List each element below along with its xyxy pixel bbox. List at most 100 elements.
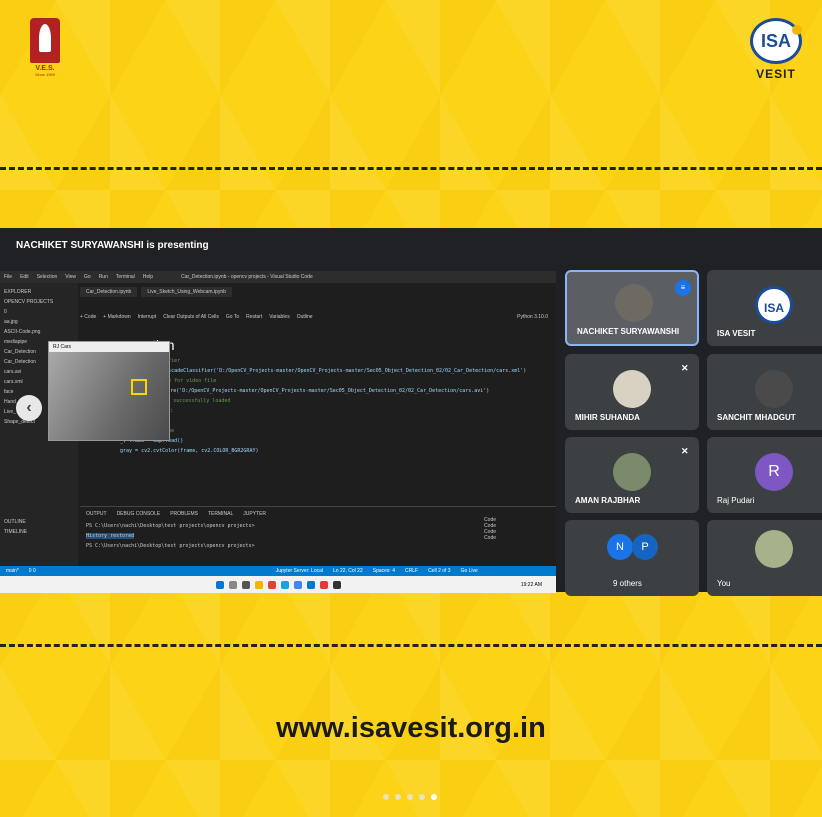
app-icon[interactable] [293,580,302,589]
explorer-item[interactable]: OPENCV PROJECTS [4,297,74,307]
carousel-dot-active[interactable] [431,794,437,800]
menu-terminal[interactable]: Terminal [116,274,135,280]
app-icon[interactable] [332,580,341,589]
camera-window-title: RJ Cars [49,342,169,352]
tab-terminal[interactable]: TERMINAL [208,511,233,517]
avatar [755,530,793,568]
status-go-live[interactable]: Go Live [461,568,478,574]
app-icon[interactable] [319,580,328,589]
website-url[interactable]: www.isavesit.org.in [0,712,822,745]
explorer-timeline[interactable]: TIMELINE [4,527,74,537]
ves-logo-since: Since 1959 [34,72,55,77]
participant-name: AMAN RAJBHAR [575,496,641,505]
explorer-title: EXPLORER [4,289,32,295]
participant-name: 9 others [613,579,642,588]
restart-button[interactable]: Restart [246,314,262,320]
participant-tile-mihir[interactable]: ✕ MIHIR SUHANDA [565,354,699,430]
explorer-outline[interactable]: OUTLINE [4,517,74,527]
code-line: classifier [110,356,556,366]
participant-tile-aman[interactable]: ✕ AMAN RAJBHAR [565,437,699,513]
task-view-icon[interactable] [241,580,250,589]
menu-run[interactable]: Run [99,274,108,280]
clear-outputs-button[interactable]: Clear Outputs of All Cells [163,314,219,320]
menu-view[interactable]: View [65,274,76,280]
status-eol[interactable]: CRLF [405,568,418,574]
code-line: # Read first frame [110,426,556,436]
windows-taskbar: 19:22 AM [0,576,556,593]
add-markdown-button[interactable]: + Markdown [103,314,130,320]
menu-go[interactable]: Go [84,274,91,280]
participant-name: Raj Pudari [717,496,755,505]
tab-jupyter[interactable]: JUPYTER [243,511,266,517]
highway-video-frame [49,352,169,440]
status-position[interactable]: Ln 22, Col 22 [333,568,363,574]
code-line: while cap.isOpened(): [110,406,556,416]
shared-screen: File Edit Selection View Go Run Terminal… [0,271,556,593]
menu-edit[interactable]: Edit [20,274,29,280]
windows-start-icon[interactable] [215,580,224,589]
explorer-item[interactable]: 0 [4,307,74,317]
status-jupyter[interactable]: Jupyter Server: Local [276,568,323,574]
ves-logo: V.E.S. Since 1959 [30,18,60,84]
menu-help[interactable]: Help [143,274,153,280]
variables-button[interactable]: Variables [269,314,289,320]
participant-name: SANCHIT MHADGUT [717,413,796,422]
tab-output[interactable]: OUTPUT [86,511,107,517]
participant-name: NACHIKET SURYAWANSHI [577,327,680,336]
vscode-icon[interactable] [306,580,315,589]
explorer-item[interactable]: ASCII-Code.png [4,327,74,337]
vscode-statusbar: main* 0 0 Jupyter Server: Local Ln 22, C… [0,566,556,576]
car-detection-box [131,379,147,395]
tab-debug-console[interactable]: DEBUG CONSOLE [117,511,161,517]
avatar [613,453,651,491]
carousel-dot[interactable] [383,794,389,800]
carousel-indicators [383,794,437,800]
go-to-button[interactable]: Go To [226,314,239,320]
kernel-selector[interactable]: Python 3.10.0 [517,314,548,320]
carousel-dot[interactable] [395,794,401,800]
participant-tile-raj[interactable]: R ✕ Raj Pudari [707,437,822,513]
taskbar-clock: 19:22 AM [520,581,542,588]
participant-tile-others[interactable]: N P 9 others [565,520,699,596]
explorer-item[interactable]: aa.jpg [4,317,74,327]
chrome-icon[interactable] [267,580,276,589]
code-line: gray = cv2.cvtColor(frame, cv2.COLOR_BGR… [120,448,259,454]
edge-icon[interactable] [280,580,289,589]
status-problems[interactable]: 0 0 [29,568,36,574]
editor-tabs: Car_Detection.ipynb Live_Sketch_Using_We… [80,285,556,299]
search-icon[interactable] [228,580,237,589]
participant-tile-sanchit[interactable]: ✕ SANCHIT MHADGUT [707,354,822,430]
menu-selection[interactable]: Selection [37,274,58,280]
menu-file[interactable]: File [4,274,12,280]
participant-tile-isa-vesit[interactable]: ISA ISA VESIT [707,270,822,346]
participant-tile-nachiket[interactable]: ≡ NACHIKET SURYAWANSHI [565,270,699,346]
mic-off-icon: ✕ [681,446,689,456]
add-code-button[interactable]: + Code [80,314,96,320]
interrupt-button[interactable]: Interrupt [138,314,157,320]
participant-tile-you[interactable]: You [707,520,822,596]
camera-window[interactable]: RJ Cars [48,341,170,441]
tab-live-sketch[interactable]: Live_Sketch_Using_Webcam.ipynb [141,287,232,297]
participant-name: MIHIR SUHANDA [575,413,640,422]
carousel-dot[interactable] [407,794,413,800]
tab-problems[interactable]: PROBLEMS [170,511,198,517]
mic-off-icon: ✕ [681,363,689,373]
presenting-label: NACHIKET SURYAWANSHI is presenting [16,239,209,251]
status-cell[interactable]: Cell 2 of 3 [428,568,451,574]
avatar-initial: R [755,453,793,491]
code-line: cap = cv2.VideoCapture('D:/OpenCV_Projec… [110,388,490,394]
code-list: Code Code Code Code [484,517,496,541]
tab-car-detection[interactable]: Car_Detection.ipynb [80,287,138,297]
carousel-dot[interactable] [419,794,425,800]
participant-name: You [717,579,731,588]
status-branch[interactable]: main* [6,568,19,574]
code-line: cv2.CascadeClassifier('D:/OpenCV_Project… [150,368,527,374]
status-spaces[interactable]: Spaces: 4 [373,568,395,574]
file-explorer-icon[interactable] [254,580,263,589]
top-dashed-divider [0,167,822,170]
code-line: _, frame = cap.read() [120,438,184,444]
chevron-left-icon[interactable]: ‹ [16,395,42,421]
terminal-panel[interactable]: OUTPUT DEBUG CONSOLE PROBLEMS TERMINAL J… [80,506,556,566]
outline-button[interactable]: Outline [297,314,313,320]
code-list-item[interactable]: Code [484,535,496,541]
